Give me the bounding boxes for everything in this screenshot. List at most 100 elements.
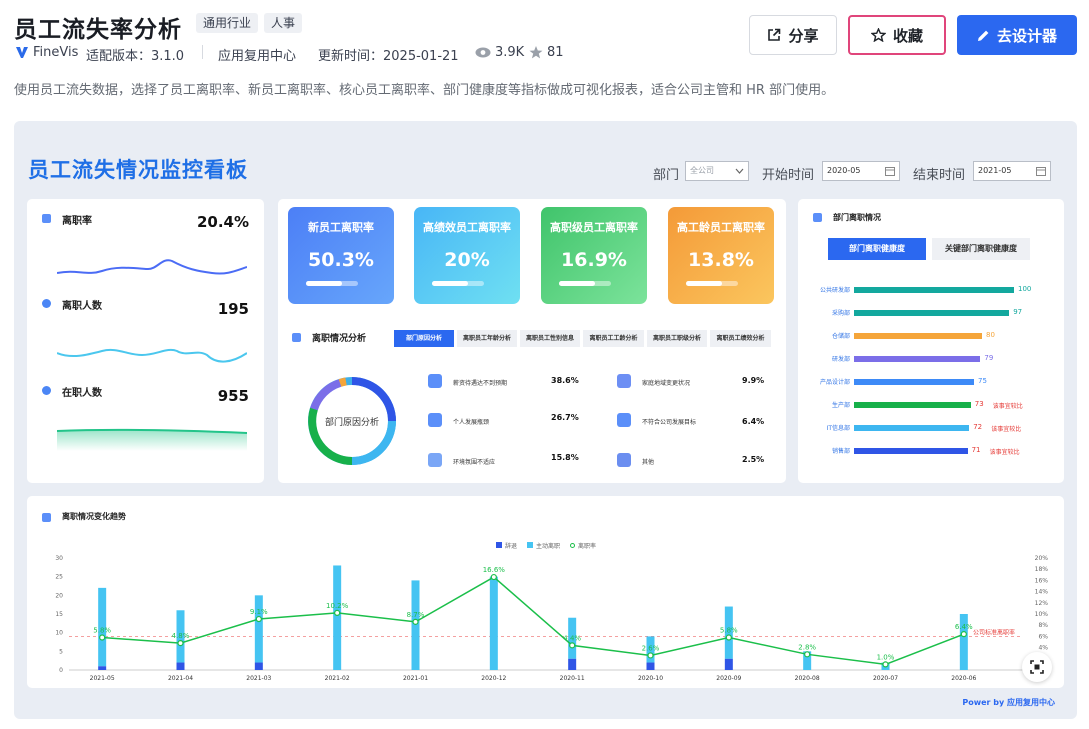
- version-text: 适配版本：3.1.0: [86, 49, 185, 64]
- y-tick-label: 20: [55, 592, 63, 599]
- dept-bar[interactable]: [854, 402, 971, 408]
- user-icon: [42, 386, 51, 395]
- dept-warning-note: 该事宜较比: [992, 403, 1023, 410]
- tab-dept-health[interactable]: 部门离职健康度: [828, 238, 926, 260]
- dept-bar-value: 100: [1018, 285, 1032, 293]
- rate-card-performance: 高绩效员工离职率 20%: [414, 207, 520, 304]
- tab-dept-reason[interactable]: 部门原因分析: [394, 330, 454, 347]
- tab-age[interactable]: 离职员工年龄分析: [457, 330, 517, 347]
- kpi-label: 离职率: [62, 216, 92, 227]
- chevron-down-icon: [735, 168, 744, 174]
- dept-warning-note: 该事宜较比: [991, 426, 1022, 433]
- tab-performance[interactable]: 离职员工绩效分析: [710, 330, 771, 347]
- dept-bar[interactable]: [854, 333, 982, 339]
- bar-voluntary: [254, 595, 263, 663]
- dept-bar[interactable]: [854, 310, 1010, 316]
- calendar-icon: [885, 167, 895, 176]
- brand: FineVis: [16, 45, 78, 60]
- trend-chart: 0510152025300%2%4%6%8%10%12%14%16%18%20%…: [55, 555, 1049, 682]
- start-time-input[interactable]: 2020-05: [822, 161, 900, 181]
- building-icon: [428, 453, 442, 467]
- start-time-label: 开始时间: [762, 168, 815, 183]
- tag-hr[interactable]: 人事: [264, 13, 303, 33]
- dept-bar[interactable]: [854, 425, 970, 431]
- dept-bar[interactable]: [854, 379, 974, 385]
- rate-data-label: 4.4%: [563, 634, 581, 642]
- document-icon: [617, 413, 631, 427]
- donut-center-label: 部门原因分析: [324, 418, 379, 428]
- tab-key-dept-health[interactable]: 关键部门离职健康度: [932, 238, 1030, 260]
- fullscreen-button[interactable]: [1022, 652, 1052, 682]
- dept-title: 部门离职情况: [833, 213, 881, 222]
- rate-card-bar: [559, 281, 611, 286]
- dept-bar-label: 产品设计部: [819, 379, 850, 386]
- dept-bar-label: 仓储部: [831, 333, 850, 340]
- calendar-icon: [1036, 167, 1046, 176]
- reason-label: 不符合公司发展目标: [642, 419, 697, 426]
- dept-bar[interactable]: [854, 287, 1014, 293]
- dept-bar-value: 75: [978, 377, 987, 385]
- rate-point: [804, 651, 811, 658]
- rate-data-label: 1.0%: [877, 653, 895, 661]
- rate-card-value: 50.3%: [308, 249, 374, 271]
- x-tick-label: 2020-10: [638, 675, 663, 682]
- y2-tick-label: 16%: [1035, 577, 1049, 584]
- bar-dismissed: [176, 662, 185, 670]
- dept-select-value: 全公司: [690, 166, 714, 175]
- star-icon: [529, 46, 543, 59]
- dept-bar-value: 97: [1013, 308, 1023, 316]
- rate-card-label: 高绩效员工离职率: [423, 221, 511, 234]
- designer-label: 去设计器: [996, 26, 1057, 45]
- dept-bar[interactable]: [854, 448, 968, 454]
- x-tick-label: 2020-12: [481, 675, 506, 682]
- dept-select[interactable]: 全公司: [685, 161, 749, 181]
- rate-card-label: 高工龄员工离职率: [677, 221, 765, 234]
- x-tick-label: 2020-08: [795, 675, 820, 682]
- rate-point: [99, 634, 106, 641]
- rate-sparkline: [57, 259, 247, 275]
- rate-point: [334, 609, 341, 616]
- kpi-value: 20.4%: [196, 213, 249, 231]
- designer-button[interactable]: 去设计器: [957, 15, 1077, 55]
- rate-point: [725, 634, 732, 641]
- tab-tenure[interactable]: 离职员工工龄分析: [583, 330, 644, 347]
- rate-icon: [42, 214, 51, 223]
- end-time-input[interactable]: 2021-05: [973, 161, 1051, 181]
- rate-data-label: 16.6%: [483, 566, 506, 574]
- rate-card-level: 高职级员工离职率 16.9%: [541, 207, 647, 304]
- rate-data-label: 5.8%: [93, 627, 111, 635]
- updated-time: 更新时间：2025-01-21: [318, 49, 459, 64]
- favorite-label: 收藏: [892, 26, 923, 45]
- end-time-label: 结束时间: [913, 168, 966, 183]
- y2-tick-label: 14%: [1035, 589, 1049, 596]
- reason-value: 9.9%: [742, 376, 765, 385]
- rate-card-value: 16.9%: [561, 249, 627, 271]
- rate-card-bar: [432, 281, 484, 286]
- dept-warning-note: 该事宜较比: [989, 449, 1020, 456]
- page-title: 员工流失率分析: [14, 17, 182, 43]
- stars-value: 81: [547, 45, 564, 60]
- y2-tick-label: 18%: [1035, 566, 1049, 573]
- favorite-button[interactable]: 收藏: [848, 15, 946, 55]
- reason-value: 2.5%: [742, 455, 765, 464]
- rate-data-label: 2.6%: [642, 644, 660, 652]
- description: 使用员工流失数据，选择了员工离职率、新员工离职率、核心员工离职率、部门健康度等指…: [14, 83, 835, 98]
- dept-bar-value: 73: [974, 400, 984, 408]
- dept-bar-label: 生产部: [831, 402, 850, 409]
- y-tick-label: 25: [55, 574, 63, 581]
- user-icon: [42, 299, 51, 308]
- y-tick-label: 5: [59, 648, 63, 655]
- center-link[interactable]: 应用复用中心: [218, 45, 296, 64]
- reason-value: 6.4%: [742, 417, 765, 426]
- rate-card-new: 新员工离职率 50.3%: [288, 207, 394, 304]
- tab-gender[interactable]: 离职员工性别信息: [520, 330, 580, 347]
- dept-bar[interactable]: [854, 356, 981, 362]
- reason-label: 家庭地域变更状况: [642, 380, 691, 387]
- share-button[interactable]: 分享: [749, 15, 837, 55]
- reason-label: 环境氛围不适应: [453, 459, 496, 466]
- rate-point: [490, 573, 497, 581]
- y2-tick-label: 8%: [1038, 622, 1048, 629]
- dept-bar-label: 研发部: [831, 356, 850, 363]
- tag-industry[interactable]: 通用行业: [196, 13, 259, 33]
- tab-level[interactable]: 离职员工职级分析: [647, 330, 707, 347]
